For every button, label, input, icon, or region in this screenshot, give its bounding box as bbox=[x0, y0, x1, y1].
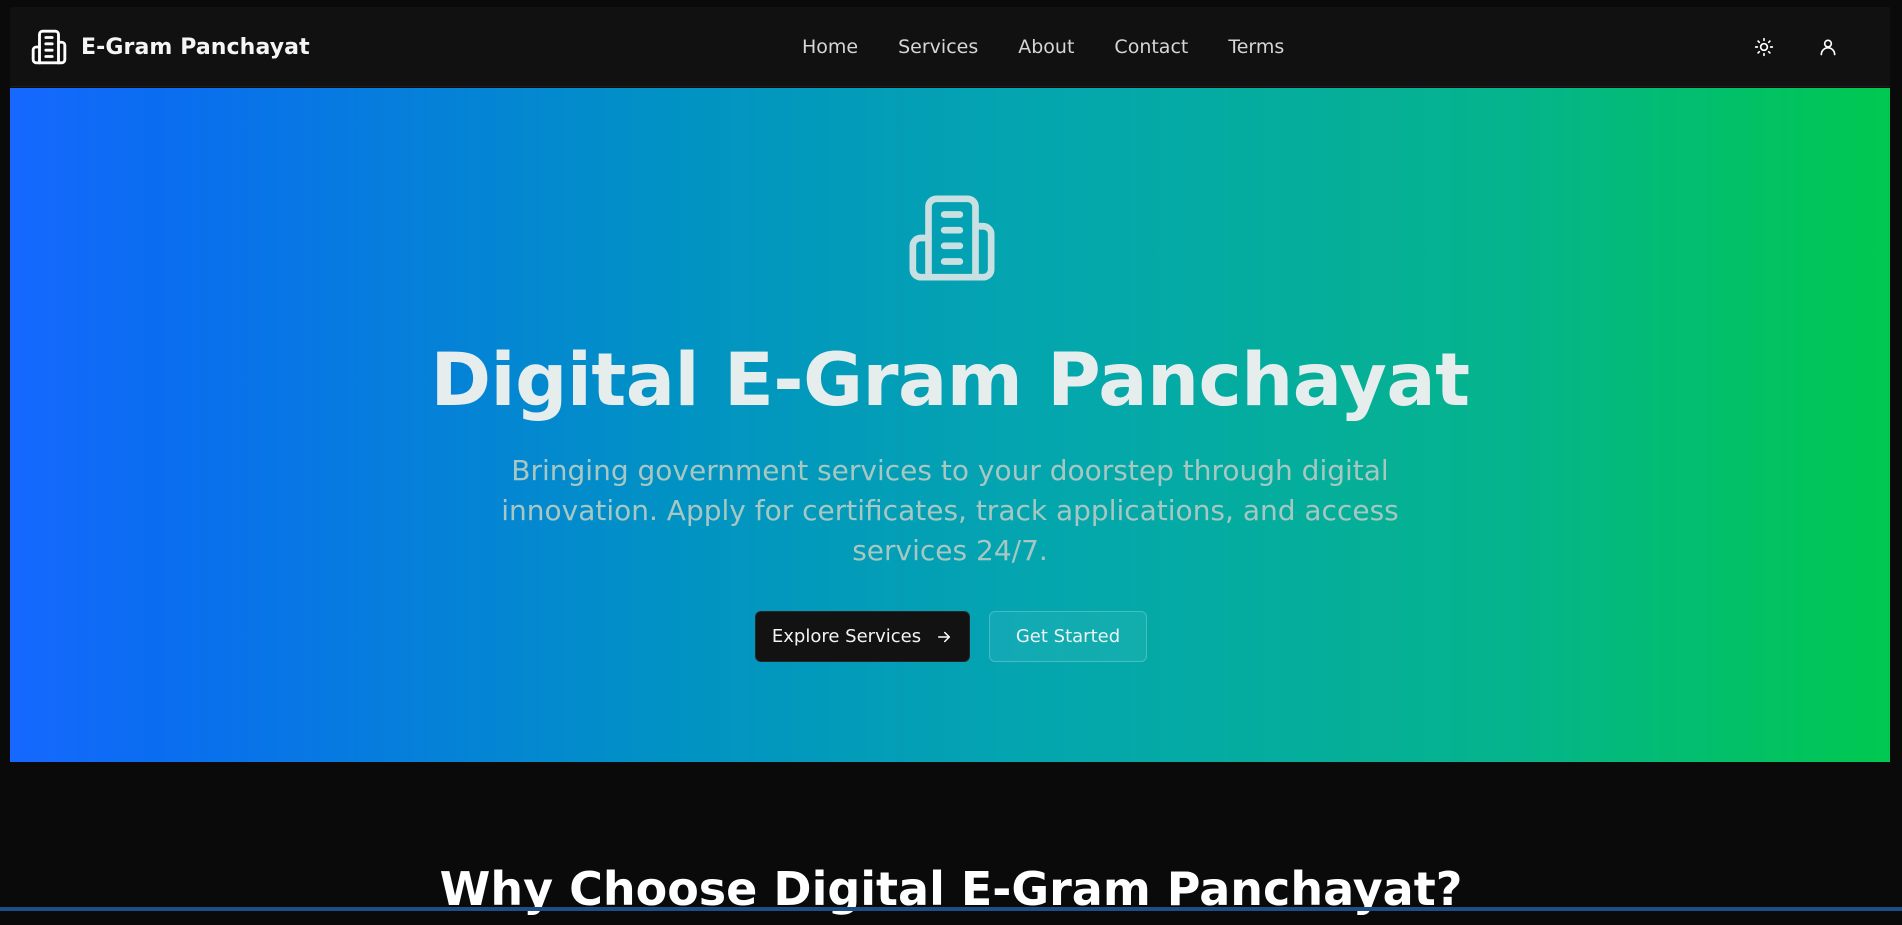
nav-links: Home Services About Contact Terms bbox=[782, 33, 1304, 61]
nav-link-terms[interactable]: Terms bbox=[1208, 33, 1304, 61]
nav-link-about[interactable]: About bbox=[998, 33, 1094, 61]
hero-subtitle: Bringing government services to your doo… bbox=[501, 454, 1399, 567]
user-icon bbox=[1818, 37, 1838, 57]
brand[interactable]: E-Gram Panchayat bbox=[30, 27, 310, 67]
get-started-label: Get Started bbox=[1015, 626, 1121, 647]
nav-link-services[interactable]: Services bbox=[878, 33, 998, 61]
theme-toggle-button[interactable] bbox=[1748, 31, 1780, 63]
sun-icon bbox=[1754, 37, 1774, 57]
features-section-title: Why Choose Digital E-Gram Panchayat? bbox=[439, 862, 1463, 916]
brand-name: E-Gram Panchayat bbox=[81, 34, 310, 60]
app-frame: E-Gram Panchayat Home Services About Con… bbox=[10, 7, 1890, 911]
nav-link-contact[interactable]: Contact bbox=[1094, 33, 1208, 61]
hero-title: Digital E-Gram Panchayat bbox=[430, 338, 1470, 423]
arrow-right-icon bbox=[935, 628, 953, 646]
user-button[interactable] bbox=[1812, 31, 1844, 63]
window-bottom-edge bbox=[0, 907, 1902, 911]
building-icon bbox=[905, 191, 999, 285]
hero-section: Digital E-Gram Panchayat Bringing govern… bbox=[10, 88, 1890, 762]
explore-services-label: Explore Services bbox=[771, 626, 922, 647]
get-started-button[interactable]: Get Started bbox=[989, 611, 1147, 662]
building-icon bbox=[30, 28, 68, 66]
navbar: E-Gram Panchayat Home Services About Con… bbox=[10, 7, 1890, 87]
explore-services-button[interactable]: Explore Services bbox=[755, 611, 970, 662]
nav-link-home[interactable]: Home bbox=[782, 33, 878, 61]
